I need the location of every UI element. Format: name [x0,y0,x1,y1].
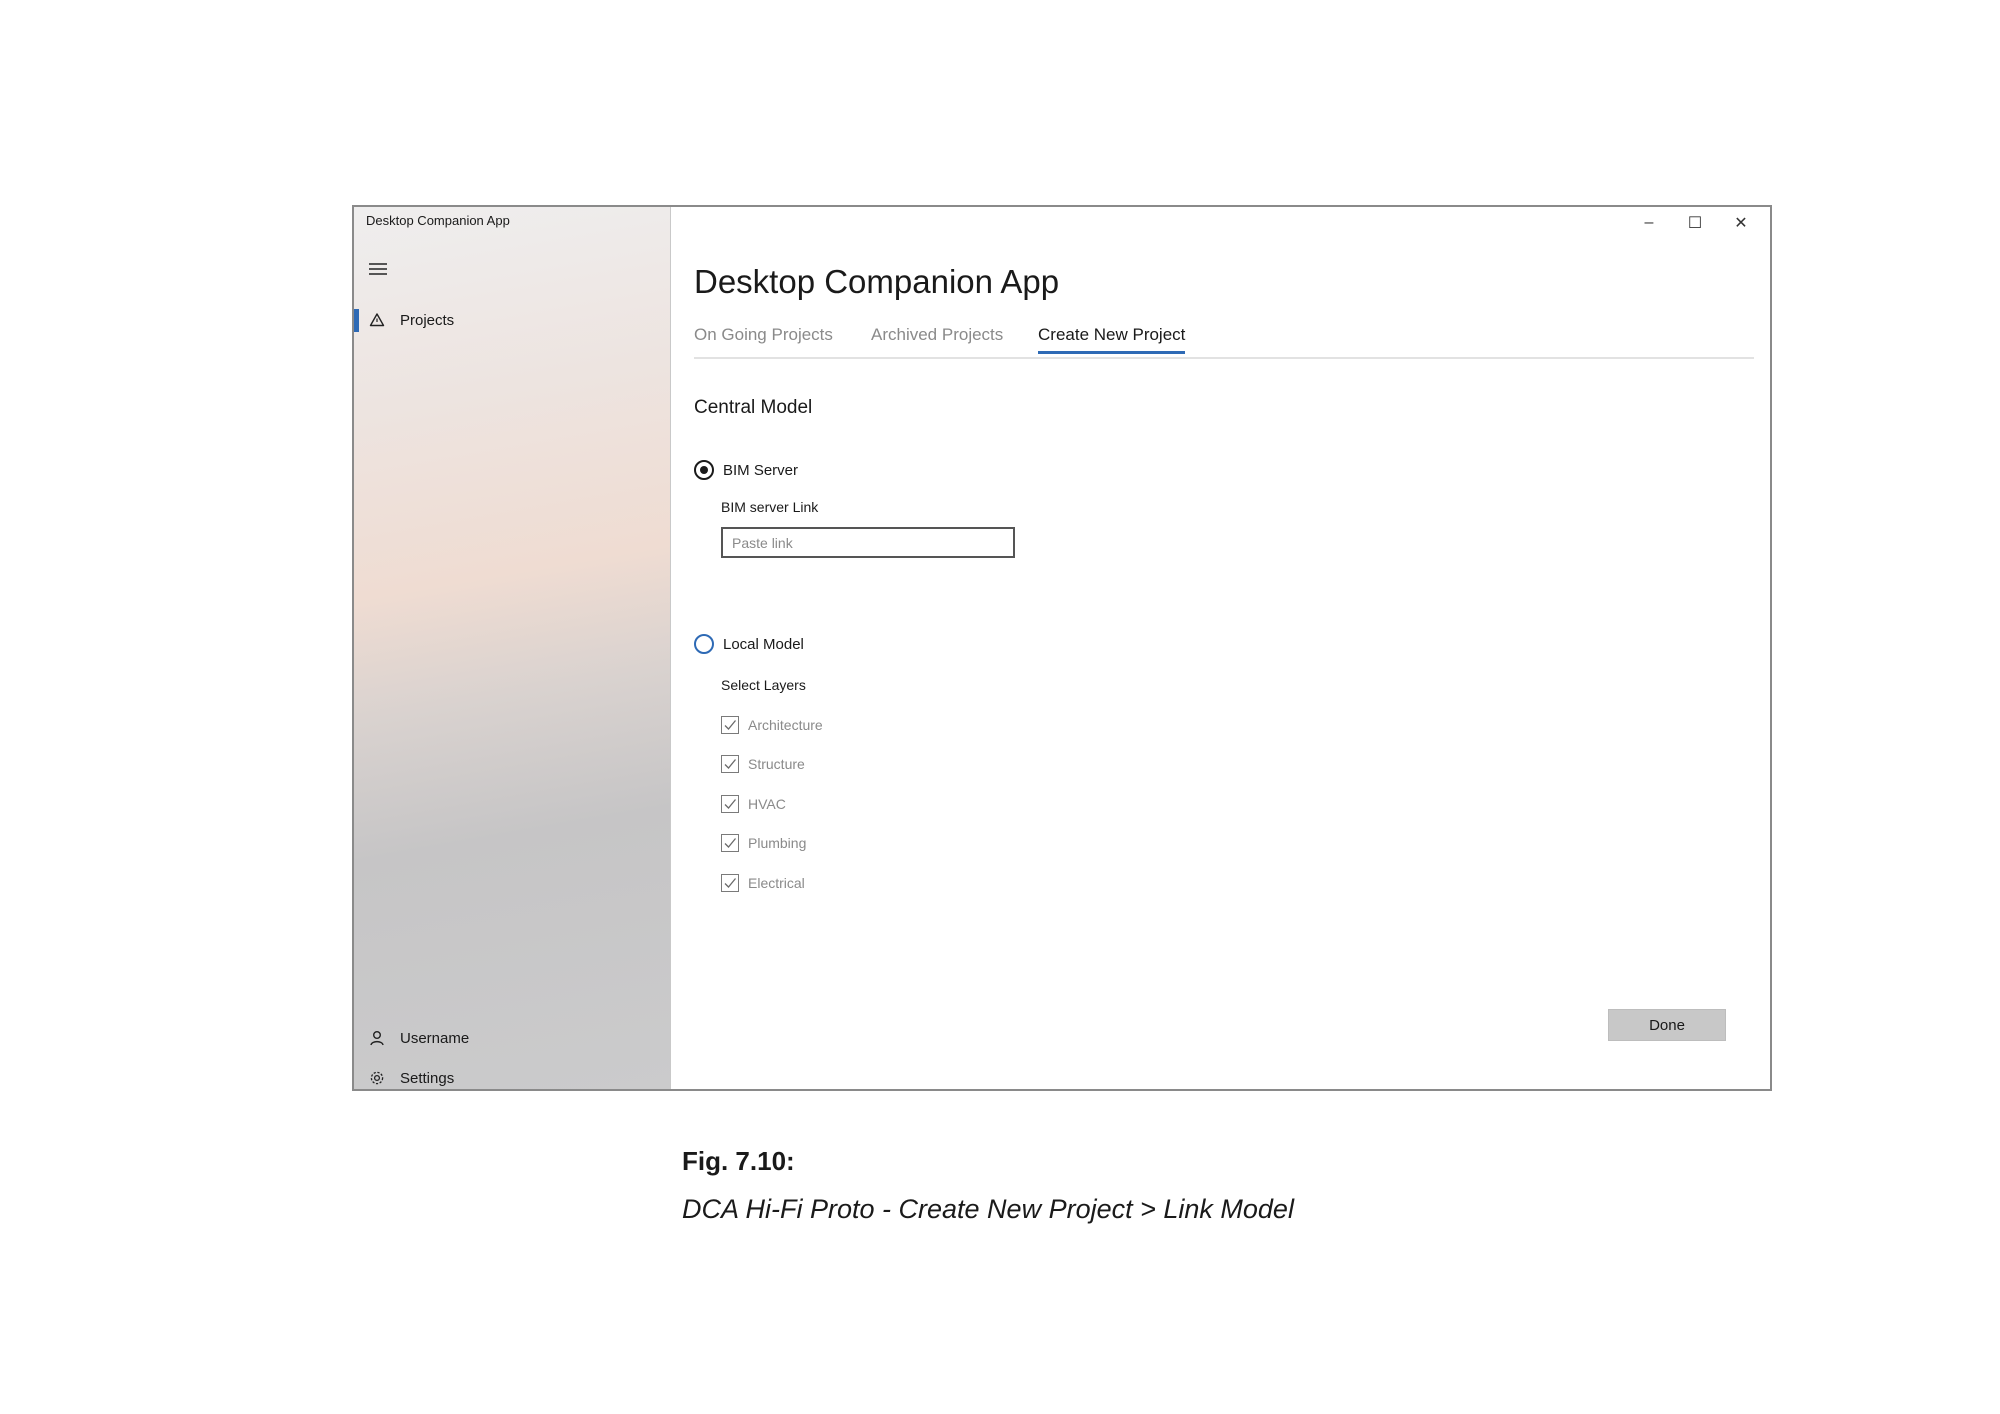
sidebar-item-label: Username [400,1029,470,1047]
layer-checkbox-hvac[interactable]: HVAC [721,795,786,813]
window-title: Desktop Companion App [366,213,510,228]
radio-selected-icon[interactable] [694,460,714,480]
hamburger-icon[interactable] [369,263,387,277]
sidebar-item-projects[interactable]: Projects [354,305,670,335]
minimize-button[interactable]: – [1626,211,1672,235]
checkmark-icon[interactable] [721,755,739,773]
checkmark-icon[interactable] [721,874,739,892]
sidebar-item-username[interactable]: Username [354,1023,670,1053]
layer-checkbox-electrical[interactable]: Electrical [721,874,805,892]
layer-label: Plumbing [748,835,807,851]
layer-label: HVAC [748,796,786,812]
layer-label: Architecture [748,717,823,733]
close-button[interactable]: ✕ [1718,211,1764,235]
sidebar-item-label: Settings [400,1069,455,1087]
bim-server-label: BIM Server [723,461,799,479]
layer-label: Electrical [748,875,805,891]
local-model-label: Local Model [723,635,804,653]
sidebar-item-settings[interactable]: Settings [354,1063,670,1093]
checkmark-icon[interactable] [721,834,739,852]
window-controls: – ☐ ✕ [1626,211,1764,235]
select-layers-label: Select Layers [721,677,806,693]
layer-checkbox-architecture[interactable]: Architecture [721,716,823,734]
done-button[interactable]: Done [1608,1009,1726,1041]
bim-server-radio[interactable]: BIM Server [694,460,798,480]
layer-checkbox-structure[interactable]: Structure [721,755,805,773]
tab-archived-projects[interactable]: Archived Projects [871,325,1003,351]
app-window: Desktop Companion App Projects Username … [352,205,1772,1091]
user-icon [368,1029,386,1047]
figure-caption: DCA Hi-Fi Proto - Create New Project > L… [682,1194,1294,1224]
gear-icon [368,1069,386,1087]
local-model-radio[interactable]: Local Model [694,634,804,654]
sidebar: Desktop Companion App Projects Username … [354,207,671,1089]
page-title: Desktop Companion App [694,263,1060,300]
section-title: Central Model [694,397,813,418]
sidebar-item-label: Projects [400,311,455,329]
tab-create-new-project[interactable]: Create New Project [1038,325,1186,354]
figure-number: Fig. 7.10: [682,1146,795,1176]
maximize-button[interactable]: ☐ [1672,211,1718,235]
checkmark-icon[interactable] [721,795,739,813]
layer-label: Structure [748,756,805,772]
bim-server-link-input[interactable] [721,527,1015,558]
checkmark-icon[interactable] [721,716,739,734]
tab-bar: On Going Projects Archived Projects Crea… [694,325,1754,359]
radio-unselected-icon[interactable] [694,634,714,654]
bim-server-link-label: BIM server Link [721,499,819,515]
tab-ongoing-projects[interactable]: On Going Projects [694,325,833,351]
projects-icon [368,311,386,329]
layer-checkbox-plumbing[interactable]: Plumbing [721,834,806,852]
